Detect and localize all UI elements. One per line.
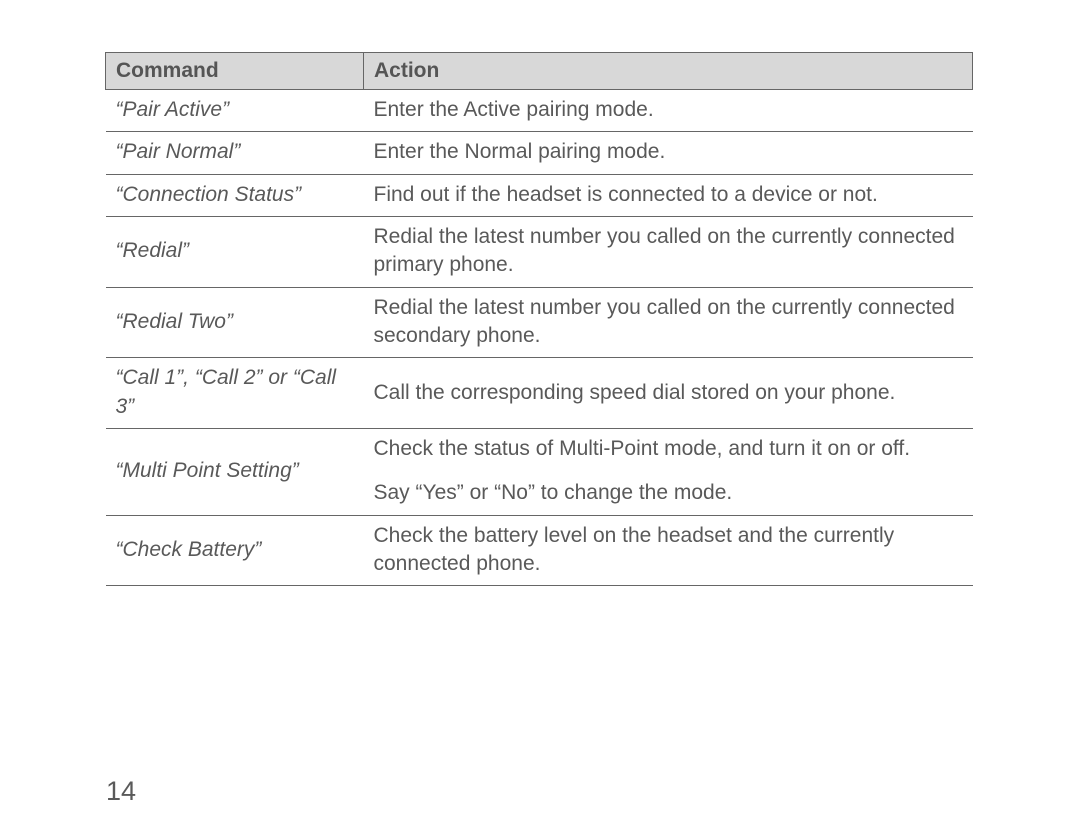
action-cell: Check the status of Multi-Point mode, an… <box>364 429 973 516</box>
action-cell: Enter the Active pairing mode. <box>364 90 973 132</box>
command-cell: “Redial” <box>106 217 364 288</box>
action-cell: Redial the latest number you called on t… <box>364 217 973 288</box>
command-cell: “Call 1”, “Call 2” or “Call 3” <box>106 358 364 429</box>
table-row: “Redial” Redial the latest number you ca… <box>106 217 973 288</box>
commands-table-container: Command Action “Pair Active” Enter the A… <box>105 52 973 586</box>
table-row: “Redial Two” Redial the latest number yo… <box>106 287 973 358</box>
action-paragraph: Say “Yes” or “No” to change the mode. <box>374 479 963 507</box>
header-command: Command <box>106 53 364 90</box>
action-cell: Check the battery level on the headset a… <box>364 515 973 586</box>
table-row: “Call 1”, “Call 2” or “Call 3” Call the … <box>106 358 973 429</box>
page-number: 14 <box>106 776 136 807</box>
table-row: “Check Battery” Check the battery level … <box>106 515 973 586</box>
header-action: Action <box>364 53 973 90</box>
command-cell: “Connection Status” <box>106 174 364 216</box>
command-cell: “Pair Normal” <box>106 132 364 174</box>
commands-table: Command Action “Pair Active” Enter the A… <box>105 52 973 586</box>
command-cell: “Check Battery” <box>106 515 364 586</box>
command-cell: “Pair Active” <box>106 90 364 132</box>
table-row: “Connection Status” Find out if the head… <box>106 174 973 216</box>
action-paragraph: Check the status of Multi-Point mode, an… <box>374 435 963 463</box>
action-cell: Call the corresponding speed dial stored… <box>364 358 973 429</box>
table-header-row: Command Action <box>106 53 973 90</box>
action-cell: Redial the latest number you called on t… <box>364 287 973 358</box>
table-row: “Pair Normal” Enter the Normal pairing m… <box>106 132 973 174</box>
action-cell: Enter the Normal pairing mode. <box>364 132 973 174</box>
table-row: “Multi Point Setting” Check the status o… <box>106 429 973 516</box>
command-cell: “Redial Two” <box>106 287 364 358</box>
action-cell: Find out if the headset is connected to … <box>364 174 973 216</box>
command-cell: “Multi Point Setting” <box>106 429 364 516</box>
table-row: “Pair Active” Enter the Active pairing m… <box>106 90 973 132</box>
